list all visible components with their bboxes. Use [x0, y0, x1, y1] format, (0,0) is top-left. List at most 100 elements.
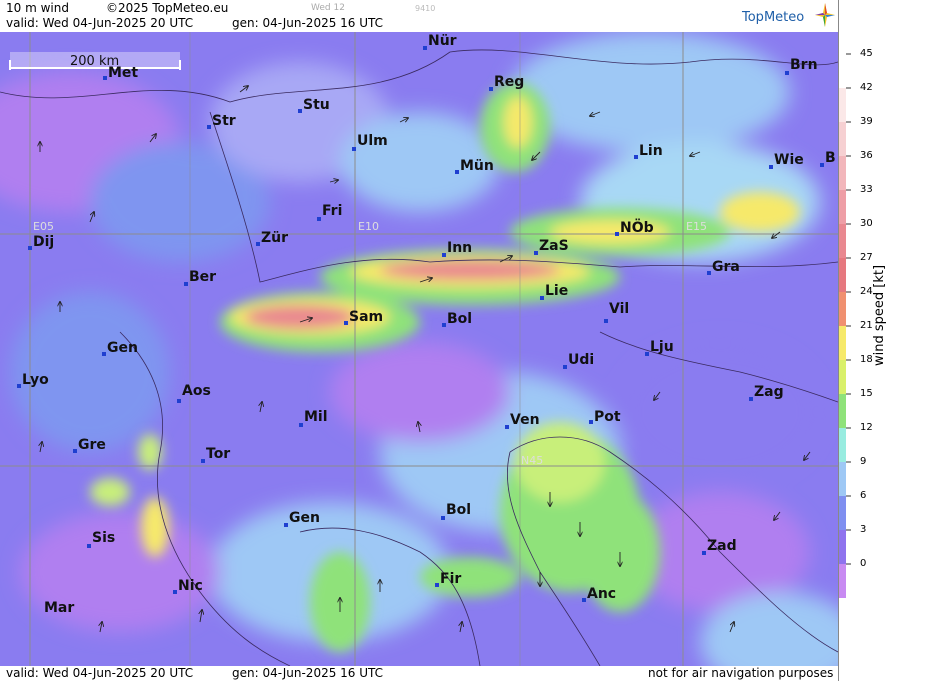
- grid-label-e05: E05: [33, 220, 54, 233]
- city-label: Ven: [510, 412, 540, 428]
- faint-day: Wed 12: [311, 3, 345, 13]
- city-label: B: [825, 150, 836, 166]
- city-anc: Anc: [582, 586, 616, 602]
- city-sam: Sam: [344, 309, 383, 325]
- city-label: Fri: [322, 203, 342, 219]
- legend-tick-label: 21: [860, 320, 873, 331]
- city-lyo: Lyo: [17, 372, 49, 388]
- grid-label-e15: E15: [686, 220, 707, 233]
- legend-swatch: [839, 156, 846, 190]
- wind-map[interactable]: 200 km E05 E10 E15 N45 Nür Met Reg Brn S…: [0, 32, 838, 666]
- legend-tick-label: 39: [860, 116, 873, 127]
- city-wie: Wie: [769, 152, 804, 169]
- city-label: Sam: [349, 309, 383, 325]
- city-label: Mün: [460, 158, 494, 174]
- disclaimer: not for air navigation purposes: [648, 666, 834, 680]
- city-label: Stu: [303, 97, 330, 113]
- parameter-title: 10 m wind: [6, 1, 69, 15]
- city-label: Gen: [107, 340, 138, 356]
- legend-swatch: [839, 394, 846, 428]
- city-label: Ber: [189, 269, 216, 285]
- city-label: Pot: [594, 409, 621, 425]
- legend-unit-label: wind speed [kt]: [872, 264, 887, 366]
- city-str: Str: [207, 113, 236, 129]
- city-lju: Lju: [645, 339, 674, 356]
- city-label: Bol: [446, 502, 471, 518]
- footer-generation-time: gen: 04-Jun-2025 16 UTC: [232, 666, 384, 680]
- city-zad: Zad: [702, 538, 737, 555]
- city-gre: Gre: [73, 437, 106, 453]
- city-mun: Mün: [455, 158, 494, 174]
- city-label: NÖb: [620, 218, 654, 236]
- legend-tick-label: 9: [860, 456, 867, 467]
- city-label: Lin: [639, 143, 663, 159]
- header-bar: 10 m wind ©2025 TopMeteo.eu valid: Wed 0…: [0, 0, 838, 32]
- city-label: Str: [212, 113, 236, 129]
- brand-name: TopMeteo: [742, 10, 805, 25]
- legend-tick-label: 12: [860, 422, 873, 433]
- city-pot: Pot: [589, 409, 621, 425]
- city-label: Zag: [754, 384, 784, 400]
- city-zas: ZaS: [534, 238, 569, 255]
- city-label: Vil: [609, 301, 629, 317]
- city-label: Gen: [289, 510, 320, 526]
- city-label: Fir: [440, 571, 461, 587]
- valid-time: valid: Wed 04-Jun-2025 20 UTC: [6, 16, 194, 30]
- city-ber: Ber: [184, 269, 216, 286]
- legend-swatch: [839, 88, 846, 122]
- city-label: Wie: [774, 152, 804, 168]
- city-label: Ulm: [357, 133, 388, 149]
- city-tor: Tor: [201, 446, 230, 463]
- city-label: Zad: [707, 538, 737, 554]
- legend-tick-label: 27: [860, 252, 873, 263]
- city-label: Nür: [428, 33, 457, 49]
- legend-tick-label: 18: [860, 354, 873, 365]
- city-nic: Nic: [173, 578, 203, 594]
- city-label: Lyo: [22, 372, 49, 388]
- city-ven: Ven: [505, 412, 540, 429]
- legend-swatch: [839, 292, 846, 326]
- topmeteo-logo[interactable]: TopMeteo: [742, 2, 836, 30]
- city-label: Brn: [790, 57, 818, 73]
- legend-tick-label: 36: [860, 150, 873, 161]
- city-bol-north: Bol: [442, 311, 472, 327]
- city-label: Tor: [206, 446, 230, 462]
- legend-tick-label: 33: [860, 184, 873, 195]
- footer-bar: valid: Wed 04-Jun-2025 20 UTC gen: 04-Ju…: [0, 666, 838, 681]
- city-label: Udi: [568, 352, 594, 368]
- legend-tick-label: 42: [860, 82, 873, 93]
- compass-star-icon: [815, 3, 835, 27]
- city-inn: Inn: [442, 240, 472, 257]
- legend-swatch: [839, 258, 846, 292]
- legend-swatch: [839, 360, 846, 394]
- city-lin: Lin: [634, 143, 663, 159]
- city-udi: Udi: [563, 352, 594, 369]
- wind-map-canvas[interactable]: 200 km E05 E10 E15 N45 Nür Met Reg Brn S…: [0, 32, 838, 666]
- scale-bar: 200 km: [9, 52, 181, 70]
- city-label: Lju: [650, 339, 674, 355]
- city-ulm: Ulm: [352, 133, 388, 151]
- city-label: Mil: [304, 409, 328, 425]
- city-label: Dij: [33, 234, 54, 250]
- city-label: Sis: [92, 530, 115, 546]
- legend-tick-label: 45: [860, 48, 873, 59]
- city-label: Gre: [78, 437, 106, 453]
- legend-tick-label: 24: [860, 286, 873, 297]
- city-zur: Zür: [256, 230, 288, 246]
- legend-tick-label: 15: [860, 388, 873, 399]
- legend-swatch: [839, 326, 846, 360]
- city-gen-north: Gen: [102, 340, 138, 356]
- city-zag: Zag: [749, 384, 784, 401]
- city-mil: Mil: [299, 409, 328, 427]
- footer-valid-time: valid: Wed 04-Jun-2025 20 UTC: [6, 666, 194, 680]
- city-gen-south: Gen: [284, 510, 320, 527]
- legend-tick-label: 6: [860, 490, 867, 501]
- city-label: ZaS: [539, 238, 569, 254]
- city-label: Gra: [712, 259, 740, 275]
- legend-tick-label: 0: [860, 558, 867, 569]
- legend-swatch: [839, 496, 846, 530]
- legend-tick-label: 3: [860, 524, 867, 535]
- legend-swatch: [839, 462, 846, 496]
- city-label: Aos: [182, 383, 211, 399]
- city-met: Met: [103, 65, 138, 81]
